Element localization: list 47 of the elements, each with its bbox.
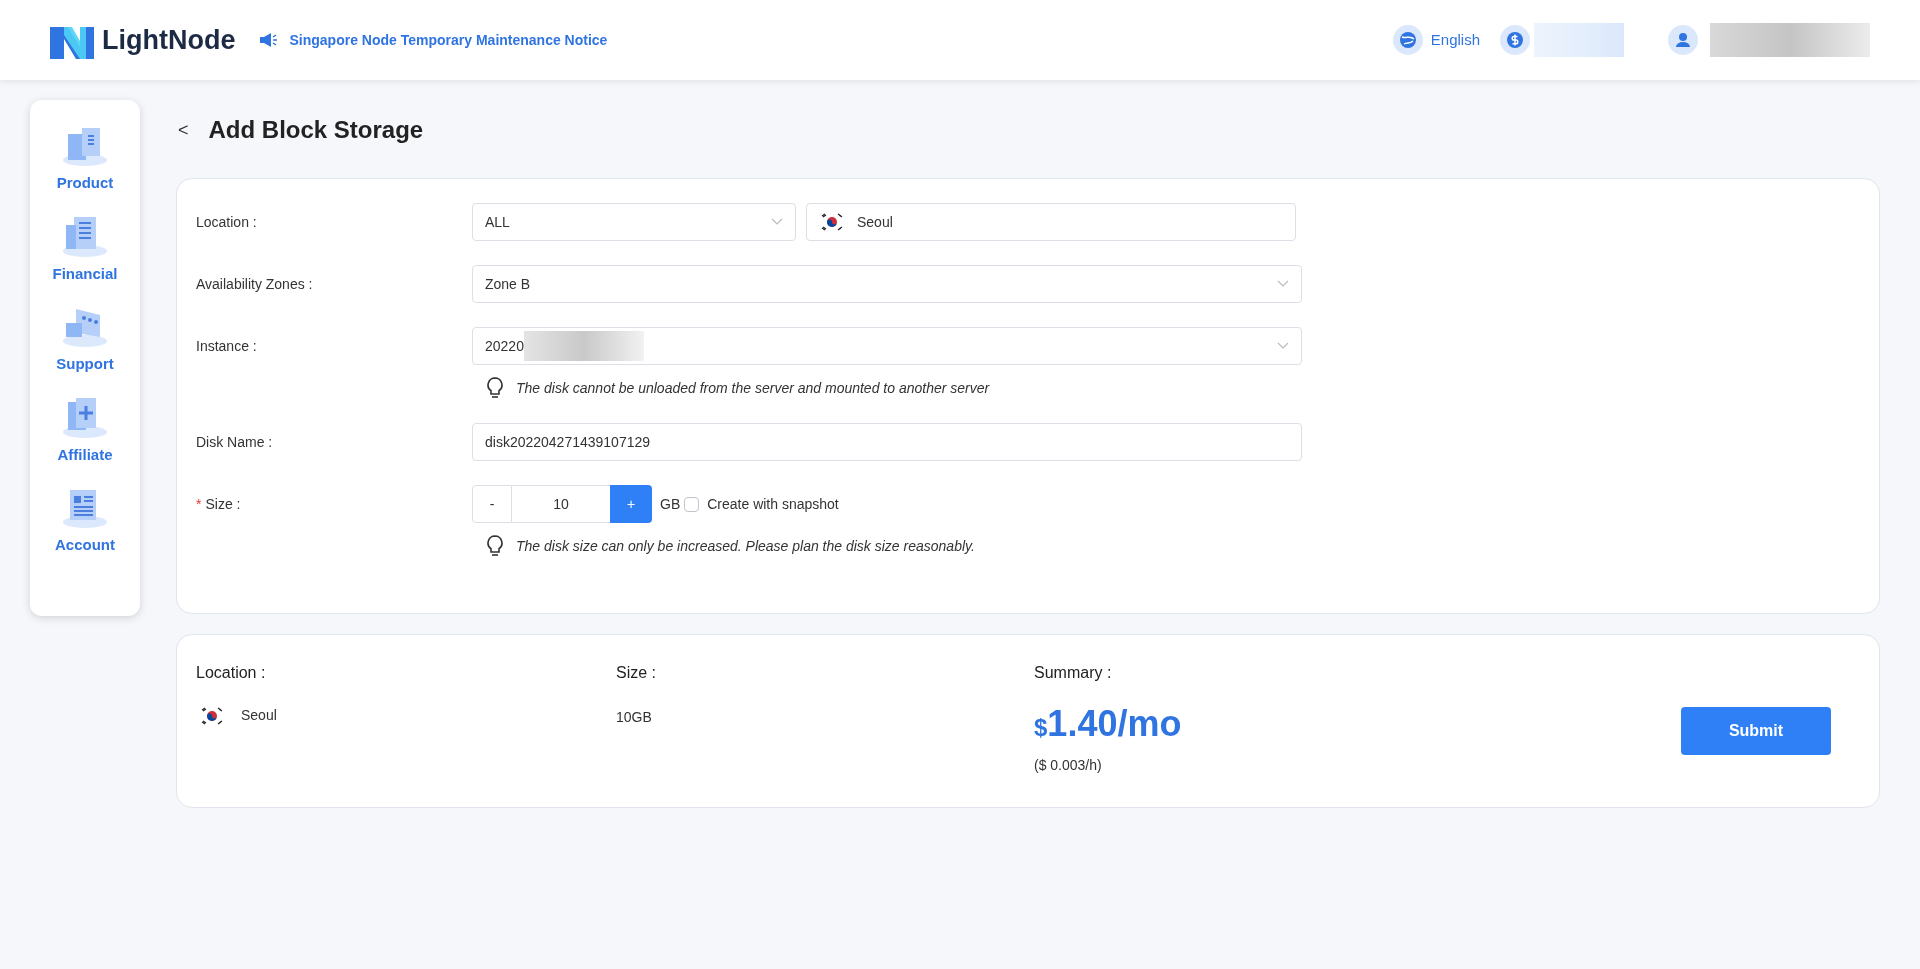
globe-icon[interactable] [1392, 25, 1423, 55]
field-label: Size : [205, 494, 241, 514]
lightbulb-icon [486, 535, 504, 557]
hint-text: The disk cannot be unloaded from the server and mounted to another server [516, 378, 990, 398]
chevron-down-icon [1277, 342, 1289, 350]
lightbulb-icon [486, 377, 504, 399]
increment-button[interactable]: + [610, 485, 652, 523]
language-link[interactable]: English [1430, 28, 1480, 52]
submit-button[interactable]: Submit [1681, 707, 1831, 755]
sidebar-link[interactable]: Support [56, 353, 114, 376]
price-text: $1.40/mo [1034, 702, 1183, 746]
chevron-down-icon [1277, 280, 1289, 288]
page-title: Add Block Storage [208, 115, 424, 145]
size-value: 10GB [616, 708, 653, 727]
korea-flag-icon [199, 705, 225, 726]
unit-label: GB [660, 494, 681, 514]
city-select[interactable]: Seoul [806, 203, 1296, 241]
sidebar-link[interactable]: Financial [52, 262, 118, 285]
logo-text[interactable]: LightNode [102, 19, 236, 61]
summary-heading: Location : [196, 663, 267, 683]
notice-link[interactable]: Singapore Node Temporary Maintenance Notice [289, 29, 608, 51]
field-label: Availability Zones : [196, 274, 313, 294]
coin-icon[interactable] [1500, 25, 1530, 55]
korea-flag-icon [819, 212, 845, 232]
summary-heading: Summary : [1034, 663, 1113, 683]
field-label: Disk Name : [196, 432, 273, 452]
hint-text: The disk size can only be increased. Please plan the disk size reasonably. [516, 536, 975, 556]
region-select[interactable]: ALL [472, 203, 796, 241]
location-value: Seoul [241, 706, 277, 725]
checkbox-label[interactable]: Create with snapshot [707, 493, 839, 515]
decrement-button[interactable]: - [472, 485, 512, 523]
snapshot-checkbox[interactable] [684, 496, 700, 512]
sidebar-link[interactable]: Affiliate [57, 443, 113, 466]
disk-name-field[interactable]: disk202204271439107129 [472, 423, 1302, 461]
summary-heading: Size : [616, 663, 657, 683]
megaphone-icon [259, 32, 278, 48]
sidebar-link[interactable]: Product [56, 172, 114, 195]
sidebar-link[interactable]: Account [55, 534, 115, 557]
hourly-price: ($ 0.003/h) [1034, 756, 1103, 775]
instance-select[interactable]: 20220 [472, 327, 1302, 365]
field-label: Location : [196, 212, 257, 232]
required-mark: * [196, 494, 202, 514]
back-button[interactable]: < [178, 116, 189, 144]
field-label: Instance : [196, 336, 257, 356]
zone-select[interactable]: Zone B [472, 265, 1302, 303]
chevron-down-icon [771, 218, 783, 226]
user-icon[interactable] [1668, 25, 1698, 55]
